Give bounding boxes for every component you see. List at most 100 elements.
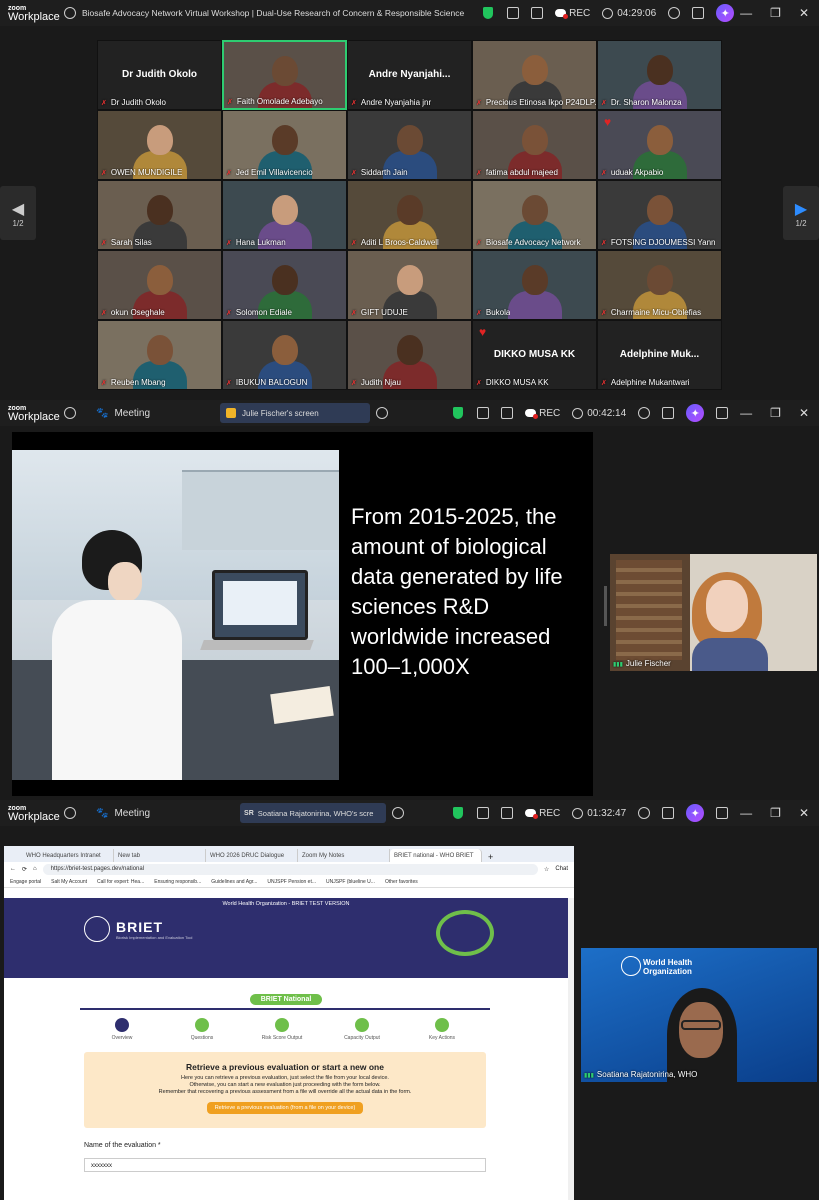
more-options-icon[interactable] (392, 807, 405, 819)
more-options-icon[interactable] (376, 407, 389, 419)
magic-wand-icon[interactable] (662, 807, 675, 819)
progress-step[interactable]: Capacity Output (322, 1018, 402, 1041)
paw-icon: 🐾 (96, 807, 109, 819)
home-icon[interactable]: ⌂ (33, 866, 37, 872)
notes-icon[interactable] (507, 7, 520, 19)
back-icon[interactable]: ← (10, 866, 16, 872)
refresh-icon[interactable]: ⟳ (22, 866, 27, 873)
participant-tile[interactable]: Sarah Silas (97, 180, 222, 250)
participant-tile[interactable]: Precious Etinosa Ikpo P24DLP... (472, 40, 597, 110)
prev-page-button[interactable]: ◀ 1/2 (0, 186, 36, 240)
participant-tile[interactable]: Hana Lukman (222, 180, 347, 250)
target-icon[interactable] (668, 7, 681, 19)
close-icon[interactable]: ✕ (799, 406, 809, 420)
retrieve-evaluation-button[interactable]: Retrieve a previous evaluation (from a f… (206, 1102, 364, 1114)
address-bar[interactable]: https://briet-test.pages.dev/national (42, 863, 538, 875)
star-icon[interactable]: ☆ (544, 866, 549, 873)
exit-share-icon[interactable] (716, 407, 729, 419)
minimize-icon[interactable]: — (740, 406, 752, 420)
participant-tile[interactable]: Bukola (472, 250, 597, 320)
bookmark-item[interactable]: UNJSPF (blueline U... (326, 879, 375, 885)
participant-face (271, 335, 298, 365)
restore-icon[interactable]: ❐ (770, 806, 781, 820)
splitter-handle[interactable] (604, 586, 607, 626)
bookmark-item[interactable]: Ensuring responsib... (154, 879, 201, 885)
participant-tile[interactable]: Dr. Sharon Malonza (597, 40, 722, 110)
participant-tile[interactable]: Judith Njau (347, 320, 472, 390)
participant-tile[interactable]: Aditi L Broos-Caldwell (347, 180, 472, 250)
bookmark-item[interactable]: Other favorites (385, 879, 418, 885)
participant-tile[interactable]: OWEN MUNDIGILE (97, 110, 222, 180)
new-tab-icon[interactable]: + (488, 852, 493, 862)
participant-tile[interactable]: Andre Nyanjahi... Andre Nyanjahia jnr (347, 40, 472, 110)
participant-tile[interactable]: ♥ uduak Akpabio (597, 110, 722, 180)
browser-tab[interactable]: Zoom My Notes (298, 849, 390, 862)
participant-tile[interactable]: Solomon Ediale (222, 250, 347, 320)
info-icon[interactable] (64, 807, 76, 819)
participant-tile[interactable]: GIFT UDUJE (347, 250, 472, 320)
bookmark-item[interactable]: Salt My Account (51, 879, 87, 885)
ai-companion-icon[interactable]: ✦ (716, 4, 735, 22)
fullscreen-icon[interactable] (501, 407, 514, 419)
meeting-label[interactable]: Meeting (114, 808, 150, 819)
fullscreen-icon[interactable] (531, 7, 544, 19)
progress-step[interactable]: Overview (82, 1018, 162, 1041)
target-icon[interactable] (638, 407, 651, 419)
minimize-icon[interactable]: — (740, 6, 752, 20)
meeting-label[interactable]: Meeting (114, 408, 150, 419)
participant-tile[interactable]: fatima abdul majeed (472, 110, 597, 180)
bookmark-item[interactable]: UNJSPF Pension et... (267, 879, 316, 885)
participant-tile[interactable]: Reuben Mbang (97, 320, 222, 390)
participant-tile[interactable]: Siddarth Jain (347, 110, 472, 180)
close-icon[interactable]: ✕ (799, 6, 809, 20)
recording-indicator[interactable]: REC (525, 408, 560, 419)
recording-indicator[interactable]: REC (525, 808, 560, 819)
participant-tile[interactable]: Adelphine Muk... Adelphine Mukantwari (597, 320, 722, 390)
participant-tile[interactable]: Dr Judith Okolo Dr Judith Okolo (97, 40, 222, 110)
briet-logo[interactable]: BRIET Biorisk Implementation and Evaluat… (84, 916, 192, 942)
fullscreen-icon[interactable] (501, 807, 514, 819)
share-tab[interactable]: Julie Fischer's screen (220, 403, 371, 423)
close-icon[interactable]: ✕ (799, 806, 809, 820)
scrollbar[interactable] (568, 898, 574, 1200)
shield-icon[interactable] (483, 7, 494, 19)
progress-step[interactable]: Risk Score Output (242, 1018, 322, 1041)
notes-icon[interactable] (477, 807, 490, 819)
participant-tile[interactable]: Jed Emil Villavicencio (222, 110, 347, 180)
magic-wand-icon[interactable] (662, 407, 675, 419)
restore-icon[interactable]: ❐ (770, 406, 781, 420)
magic-wand-icon[interactable] (692, 7, 705, 19)
chat-button[interactable]: Chat (555, 866, 568, 872)
shield-icon[interactable] (453, 407, 464, 419)
progress-step[interactable]: Key Actions (402, 1018, 482, 1041)
bookmark-item[interactable]: Call for expert: Hea... (97, 879, 144, 885)
participant-tile[interactable]: DIKKO MUSA KK ♥ DIKKO MUSA KK (472, 320, 597, 390)
exit-share-icon[interactable] (716, 807, 729, 819)
shield-icon[interactable] (453, 807, 464, 819)
participant-tile[interactable]: okun Oseghale (97, 250, 222, 320)
participant-tile[interactable]: Charmaine Micu-Oblefias (597, 250, 722, 320)
info-icon[interactable] (64, 407, 76, 419)
browser-tab[interactable]: BRIET national - WHO BRIET (390, 849, 482, 862)
participant-tile[interactable]: Biosafe Advocacy Network (472, 180, 597, 250)
participant-tile[interactable]: IBUKUN BALOGUN (222, 320, 347, 390)
minimize-icon[interactable]: — (740, 806, 752, 820)
browser-tab[interactable]: New tab (114, 849, 206, 862)
recording-indicator[interactable]: REC (555, 8, 590, 19)
browser-tab[interactable]: WHO Headquarters Intranet (22, 849, 114, 862)
evaluation-name-input[interactable]: xxxxxxx (84, 1158, 486, 1172)
ai-companion-icon[interactable]: ✦ (686, 404, 705, 422)
browser-tab[interactable]: WHO 2026 DRUC Dialogue (206, 849, 298, 862)
bookmark-item[interactable]: Engage portal (10, 879, 41, 885)
info-icon[interactable] (64, 7, 76, 19)
next-page-button[interactable]: ▶ 1/2 (783, 186, 819, 240)
restore-icon[interactable]: ❐ (770, 6, 781, 20)
bookmark-item[interactable]: Guidelines and Agr... (211, 879, 257, 885)
progress-step[interactable]: Questions (162, 1018, 242, 1041)
ai-companion-icon[interactable]: ✦ (686, 804, 705, 822)
share-tab[interactable]: SR Soatiana Rajatonirina, WHO's scre (240, 803, 387, 823)
participant-tile[interactable]: Faith Omolade Adebayo (222, 40, 347, 110)
notes-icon[interactable] (477, 407, 490, 419)
participant-tile[interactable]: FOTSING DJOUMESSI Yann (597, 180, 722, 250)
target-icon[interactable] (638, 807, 651, 819)
